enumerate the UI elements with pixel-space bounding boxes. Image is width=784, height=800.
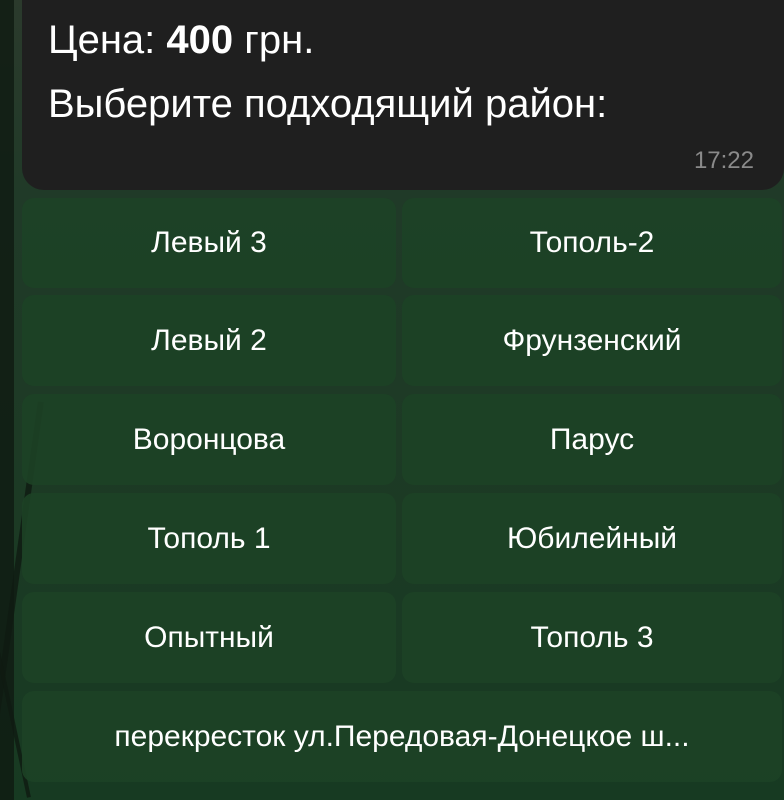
keyboard-button-frunzenskiy[interactable]: Фрунзенский <box>402 295 782 386</box>
keyboard-button-topol-2[interactable]: Тополь-2 <box>402 198 782 288</box>
keyboard-button-topol-1[interactable]: Тополь 1 <box>22 493 396 584</box>
message-time: 17:22 <box>693 147 754 174</box>
message-bubble: Цена: 400 грн. Выберите подходящий район… <box>22 0 784 190</box>
price-currency: грн. <box>244 18 315 62</box>
keyboard-button-crossroads[interactable]: перекресток ул.Передовая-Донецкое ш... <box>22 691 782 782</box>
price-line: Цена: 400 грн. <box>48 16 314 64</box>
keyboard-button-parus[interactable]: Парус <box>402 394 782 485</box>
keyboard-button-levyi-2[interactable]: Левый 2 <box>22 295 396 386</box>
keyboard-button-vorontsova[interactable]: Воронцова <box>22 394 396 485</box>
keyboard-button-opytnyi[interactable]: Опытный <box>22 592 396 683</box>
prompt-text: Выберите подходящий район: <box>48 82 608 126</box>
price-value: 400 <box>166 18 234 62</box>
price-label: Цена: <box>48 18 156 62</box>
keyboard-button-topol-3[interactable]: Тополь 3 <box>402 592 782 683</box>
keyboard-button-yubileynyi[interactable]: Юбилейный <box>402 493 782 584</box>
keyboard-button-levyi-3[interactable]: Левый 3 <box>22 198 396 288</box>
